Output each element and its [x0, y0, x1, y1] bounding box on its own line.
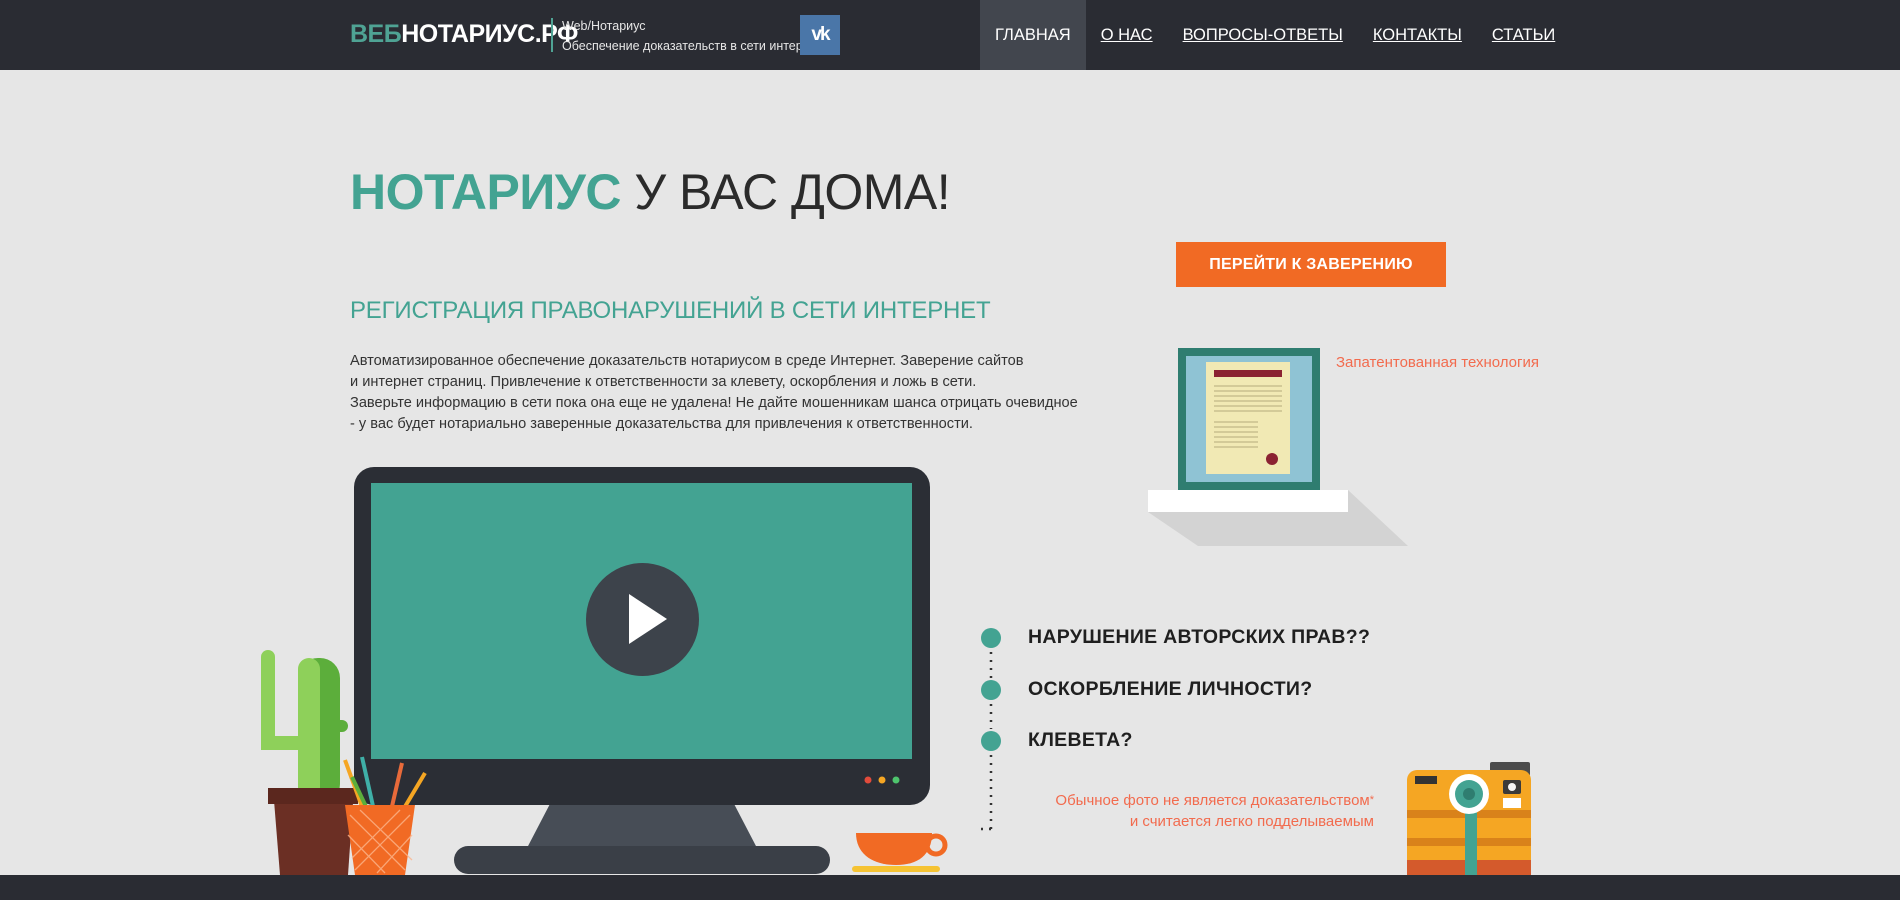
site-tagline: Web/Нотариус Обеспечение доказательств в…	[562, 16, 822, 56]
description-line: Заверьте информацию в сети пока она еще …	[350, 395, 1078, 411]
hero-title: НОТАРИУС У ВАС ДОМА!	[350, 163, 951, 221]
description-text: Автоматизированное обеспечение доказател…	[350, 351, 1140, 435]
hero-title-highlight: НОТАРИУС	[350, 164, 622, 220]
pencil-cup-illustration	[343, 756, 427, 875]
disclaimer-line-1: Обычное фото не является доказательством	[1055, 792, 1370, 809]
logo-part-web: ВЕБ	[350, 20, 402, 48]
hero-title-rest: У ВАС ДОМА!	[621, 164, 951, 220]
go-to-certification-button[interactable]: ПЕРЕЙТИ К ЗАВЕРЕНИЮ	[1176, 242, 1446, 287]
question-copyright: НАРУШЕНИЕ АВТОРСКИХ ПРАВ??	[1028, 626, 1371, 648]
nav-item-about[interactable]: О НАС	[1086, 0, 1168, 70]
nav-item-articles[interactable]: СТАТЬИ	[1477, 0, 1570, 70]
site-logo[interactable]: ВЕБНОТАРИУС.РФ	[350, 20, 578, 49]
footer-bar	[0, 875, 1900, 900]
photo-disclaimer: Обычное фото не является доказательством…	[1055, 790, 1374, 832]
certificate-frame-illustration	[1148, 348, 1408, 546]
patent-label: Запатентованная технология	[1336, 354, 1539, 371]
description-line: Автоматизированное обеспечение доказател…	[350, 353, 1024, 369]
top-navbar	[0, 0, 1900, 70]
disclaimer-line-2: и считается легко подделываемым	[1129, 813, 1374, 830]
nav-item-faq[interactable]: ВОПРОСЫ-ОТВЕТЫ	[1168, 0, 1358, 70]
vk-icon[interactable]: vk	[800, 15, 840, 55]
description-line: и интернет страниц. Привлечение к ответс…	[350, 374, 977, 390]
tagline-line-1: Web/Нотариус	[562, 19, 646, 33]
nav-item-contacts[interactable]: КОНТАКТЫ	[1358, 0, 1477, 70]
coffee-cup-illustration	[852, 833, 948, 872]
camera-illustration	[1407, 762, 1531, 875]
question-insult: ОСКОРБЛЕНИЕ ЛИЧНОСТИ?	[1028, 678, 1313, 700]
disclaimer-asterisk: *	[1369, 794, 1374, 806]
logo-divider	[551, 18, 553, 52]
play-video-button[interactable]	[586, 563, 699, 676]
main-nav: ГЛАВНАЯ О НАС ВОПРОСЫ-ОТВЕТЫ КОНТАКТЫ СТ…	[980, 0, 1570, 70]
question-libel: КЛЕВЕТА?	[1028, 729, 1133, 751]
nav-item-home[interactable]: ГЛАВНАЯ	[980, 0, 1086, 70]
section-subtitle: РЕГИСТРАЦИЯ ПРАВОНАРУШЕНИЙ В СЕТИ ИНТЕРН…	[350, 297, 991, 324]
tagline-line-2: Обеспечение доказательств в сети интерне…	[562, 39, 822, 53]
description-line: - у вас будет нотариально заверенные док…	[350, 416, 973, 432]
